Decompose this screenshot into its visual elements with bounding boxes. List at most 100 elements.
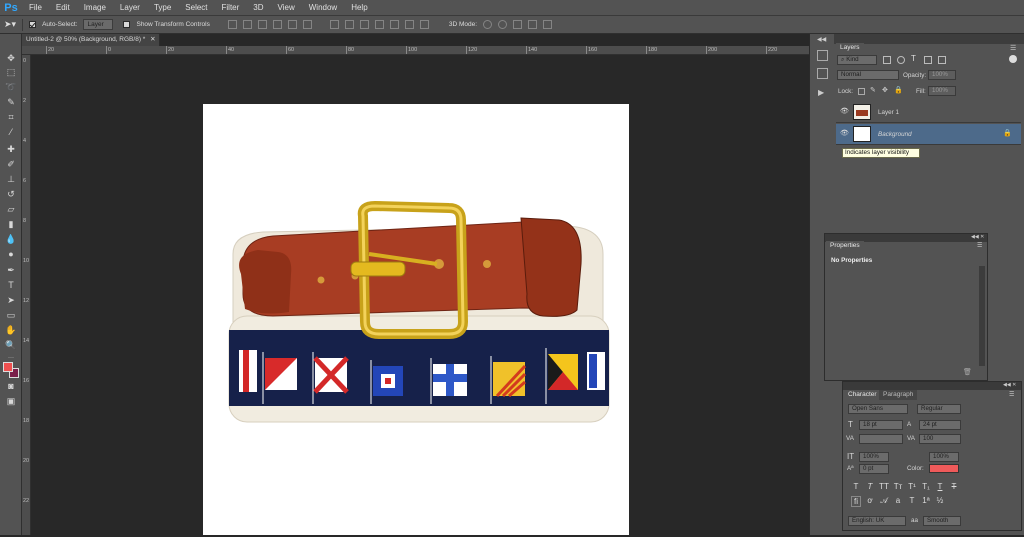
menu-window[interactable]: Window [302,0,344,16]
kerning-field[interactable] [859,434,903,444]
stylistic-alternates-icon[interactable]: a [893,496,903,505]
titling-icon[interactable]: T [907,496,917,505]
marquee-tool-icon[interactable]: ⬚ [5,67,17,78]
show-transform-checkbox[interactable] [123,21,131,28]
type-tool-icon[interactable]: T [5,280,17,291]
history-panel-icon[interactable] [817,50,828,61]
align-hcenter-icon[interactable] [287,20,297,29]
shape-tool-icon[interactable]: ▭ [5,310,17,321]
dodge-tool-icon[interactable]: ● [5,249,17,260]
eye-icon[interactable]: 👁 [840,107,849,116]
lasso-tool-icon[interactable]: ➰ [5,82,17,93]
baseline-shift-field[interactable]: 0 pt [859,464,889,474]
oldstyle-icon[interactable]: ơ [865,496,875,505]
properties-scrollbar[interactable] [979,266,985,366]
pen-tool-icon[interactable]: ✒ [5,265,17,276]
underline-icon[interactable]: T [935,482,945,491]
collapse-icon[interactable]: ◀◀ ✕ [1003,382,1016,388]
opacity-field[interactable]: 100% [928,70,956,80]
superscript-icon[interactable]: T¹ [907,482,917,491]
auto-select-dropdown[interactable]: Layer [83,19,114,30]
document-tab[interactable]: Untitled-2 @ 50% (Background, RGB/8) * ✕ [22,34,160,46]
filter-pixel-icon[interactable] [883,56,891,64]
collapse-icon[interactable]: ◀◀ ✕ [971,234,984,240]
align-left-icon[interactable] [272,20,282,29]
distribute-top-icon[interactable] [329,20,339,29]
distribute-bottom-icon[interactable] [359,20,369,29]
tab-layers[interactable]: Layers [836,43,864,53]
filter-kind-dropdown[interactable]: ⌕ Kind [837,55,877,65]
filter-toggle-icon[interactable] [1009,55,1017,63]
path-select-tool-icon[interactable]: ➤ [5,295,17,306]
3d-drag-icon[interactable] [513,20,523,29]
font-size-field[interactable]: 18 pt [859,420,903,430]
auto-align-icon[interactable] [419,20,429,29]
menu-layer[interactable]: Layer [113,0,147,16]
history-brush-tool-icon[interactable]: ↺ [5,189,17,200]
layer-row-layer-1[interactable]: 👁 Layer 1 [836,102,1021,123]
antialias-dropdown[interactable]: Smooth [923,516,961,526]
swash-icon[interactable]: 𝒜 [879,496,889,506]
healing-brush-tool-icon[interactable]: ✚ [5,144,17,155]
faux-bold-icon[interactable]: T [851,482,861,491]
menu-help[interactable]: Help [344,0,374,16]
screen-mode-icon[interactable]: ▣ [5,396,17,407]
fill-field[interactable]: 100% [928,86,956,96]
layer-name[interactable]: Layer 1 [878,108,899,117]
menu-file[interactable]: File [22,0,49,16]
font-style-dropdown[interactable]: Regular [917,404,961,414]
properties-panel-icon[interactable] [817,68,828,79]
tab-character[interactable]: Character [844,390,881,400]
small-caps-icon[interactable]: Tт [893,482,903,491]
text-color-swatch[interactable] [929,464,959,473]
quick-mask-icon[interactable]: ◙ [5,381,17,392]
hand-tool-icon[interactable]: ✋ [5,325,17,336]
filter-shape-icon[interactable] [924,56,932,64]
panel-menu-icon[interactable]: ☰ [1010,44,1016,52]
distribute-right-icon[interactable] [404,20,414,29]
filter-smart-object-icon[interactable] [938,56,946,64]
layer-row-background[interactable]: 👁 Background 🔒 [836,124,1021,145]
3d-rotate-icon[interactable] [483,20,493,29]
brush-tool-icon[interactable]: ✐ [5,159,17,170]
language-dropdown[interactable]: English: UK [848,516,906,526]
move-tool-icon[interactable]: ➤▾ [4,19,16,30]
3d-scale-icon[interactable] [543,20,553,29]
document-canvas[interactable] [203,104,629,535]
filter-type-icon[interactable]: T [911,54,916,63]
clone-stamp-tool-icon[interactable]: ⊥ [5,174,17,185]
lock-image-icon[interactable]: ✎ [870,86,876,94]
crop-tool-icon[interactable]: ⌗ [5,112,17,123]
move-tool-icon[interactable]: ✥ [5,53,17,64]
collapse-panels-icon[interactable]: ◀◀ [817,36,826,43]
font-family-dropdown[interactable]: Open Sans [848,404,908,414]
tracking-field[interactable]: 100 [919,434,961,444]
vertical-scale-field[interactable]: 100% [859,452,889,462]
filter-adjustment-icon[interactable] [897,56,905,64]
blur-tool-icon[interactable]: 💧 [5,234,17,245]
3d-roll-icon[interactable] [498,20,508,29]
actions-panel-icon[interactable]: ▶ [818,88,824,97]
menu-filter[interactable]: Filter [215,0,247,16]
leading-field[interactable]: 24 pt [919,420,961,430]
close-tab-icon[interactable]: ✕ [150,36,155,43]
align-right-icon[interactable] [302,20,312,29]
eye-icon[interactable]: 👁 [840,129,849,138]
tab-paragraph[interactable]: Paragraph [879,390,918,400]
panel-menu-icon[interactable]: ☰ [1009,391,1014,398]
menu-select[interactable]: Select [178,0,214,16]
auto-select-checkbox[interactable] [29,21,37,28]
layer-name[interactable]: Background [878,130,912,139]
gradient-tool-icon[interactable]: ▮ [5,219,17,230]
distribute-hcenter-icon[interactable] [389,20,399,29]
lock-transparent-icon[interactable] [858,88,865,95]
blend-mode-dropdown[interactable]: Normal [837,70,899,80]
quick-select-tool-icon[interactable]: ✎ [5,97,17,108]
fractions-icon[interactable]: ½ [935,496,945,505]
eyedropper-tool-icon[interactable]: ⁄ [5,127,17,138]
subscript-icon[interactable]: T₁ [921,482,931,491]
eraser-tool-icon[interactable]: ▱ [5,204,17,215]
horizontal-scale-field[interactable]: 100% [929,452,959,462]
ligatures-icon[interactable]: fi [851,496,861,507]
foreground-color-swatch[interactable] [3,362,13,372]
